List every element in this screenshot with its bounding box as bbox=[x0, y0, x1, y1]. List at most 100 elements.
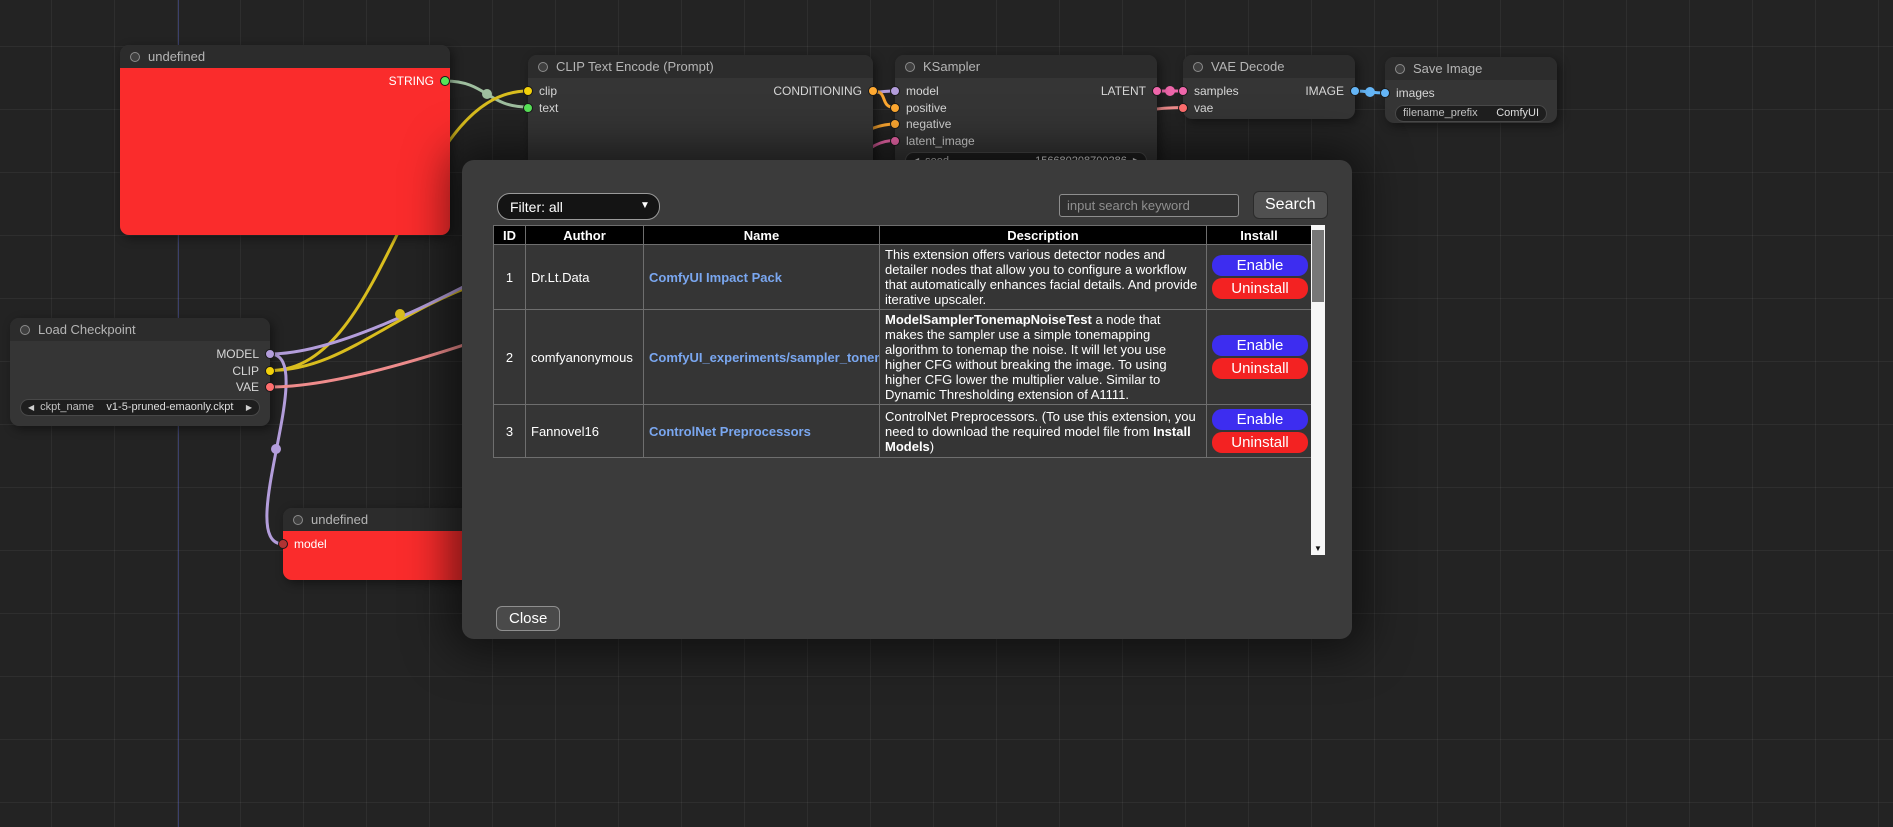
table-row: 1 Dr.Lt.Data ComfyUI Impact Pack This ex… bbox=[494, 245, 1312, 310]
node-undefined-top[interactable]: undefined STRING bbox=[120, 45, 450, 235]
header-id: ID bbox=[494, 226, 526, 245]
node-save-image[interactable]: Save Image images filename_prefix ComfyU… bbox=[1385, 57, 1557, 123]
input-slot-clip-icon[interactable] bbox=[523, 86, 533, 96]
header-author: Author bbox=[526, 226, 644, 245]
input-slot-images-icon[interactable] bbox=[1380, 88, 1390, 98]
input-slot-vae-icon[interactable] bbox=[1178, 103, 1188, 113]
input-slot-text-icon[interactable] bbox=[523, 103, 533, 113]
node-vae-decode[interactable]: VAE Decode samples IMAGE vae bbox=[1183, 55, 1355, 119]
output-slot-model-icon[interactable] bbox=[265, 349, 275, 359]
search-input[interactable] bbox=[1059, 194, 1239, 217]
link-midpoint-dot bbox=[482, 89, 492, 99]
node-title-bar[interactable]: VAE Decode bbox=[1183, 55, 1355, 78]
arrow-left-icon[interactable]: ◀ bbox=[28, 403, 34, 412]
link-midpoint-dot bbox=[395, 309, 405, 319]
node-title: VAE Decode bbox=[1211, 59, 1284, 74]
extension-link[interactable]: ControlNet Preprocessors bbox=[649, 424, 811, 439]
link-midpoint-dot bbox=[271, 444, 281, 454]
close-button[interactable]: Close bbox=[496, 606, 560, 631]
output-label: CLIP bbox=[232, 364, 259, 378]
filter-select[interactable]: Filter: all bbox=[497, 193, 660, 220]
node-body: samples IMAGE vae bbox=[1183, 78, 1355, 119]
input-label: latent_image bbox=[906, 134, 975, 148]
node-load-checkpoint[interactable]: Load Checkpoint MODEL CLIP VAE bbox=[10, 318, 270, 426]
collapse-icon[interactable] bbox=[538, 62, 548, 72]
search-button[interactable]: Search bbox=[1253, 191, 1328, 219]
input-label: negative bbox=[906, 117, 951, 131]
scroll-down-icon[interactable]: ▼ bbox=[1311, 543, 1325, 555]
widget-value: v1-5-pruned-emaonly.ckpt bbox=[106, 401, 233, 413]
cell-description: ModelSamplerTonemapNoiseTest a node that… bbox=[880, 310, 1207, 405]
collapse-icon[interactable] bbox=[905, 62, 915, 72]
table-header-row: ID Author Name Description Install bbox=[494, 226, 1312, 245]
node-body: images filename_prefix ComfyUI bbox=[1385, 80, 1557, 123]
input-label: clip bbox=[539, 84, 557, 98]
output-label: LATENT bbox=[1101, 84, 1146, 98]
table-row: 2 comfyanonymous ComfyUI_experiments/sam… bbox=[494, 310, 1312, 405]
input-slot-samples-icon[interactable] bbox=[1178, 86, 1188, 96]
widget-label: filename_prefix bbox=[1403, 107, 1478, 119]
node-title-bar[interactable]: CLIP Text Encode (Prompt) bbox=[528, 55, 873, 78]
input-slot-negative-icon[interactable] bbox=[890, 119, 900, 129]
node-title-bar[interactable]: undefined bbox=[120, 45, 450, 68]
uninstall-button[interactable]: Uninstall bbox=[1212, 278, 1308, 299]
input-slot-model-icon[interactable] bbox=[278, 539, 288, 549]
link-midpoint-dot bbox=[1365, 87, 1375, 97]
widget-value: ComfyUI bbox=[1496, 107, 1539, 119]
extension-link[interactable]: ComfyUI_experiments/sampler_tonemap bbox=[649, 350, 880, 365]
enable-button[interactable]: Enable bbox=[1212, 335, 1308, 356]
collapse-icon[interactable] bbox=[1395, 64, 1405, 74]
scrollbar-track[interactable]: ▼ bbox=[1311, 225, 1325, 555]
cell-id: 2 bbox=[494, 310, 526, 405]
output-slot-latent-icon[interactable] bbox=[1152, 86, 1162, 96]
uninstall-button[interactable]: Uninstall bbox=[1212, 358, 1308, 379]
node-title: Save Image bbox=[1413, 61, 1482, 76]
output-slot-string-icon[interactable] bbox=[440, 76, 450, 86]
cell-author: Dr.Lt.Data bbox=[526, 245, 644, 310]
output-label: IMAGE bbox=[1305, 84, 1344, 98]
input-label: vae bbox=[1194, 101, 1213, 115]
node-title-bar[interactable]: KSampler bbox=[895, 55, 1157, 78]
link-string-to-text bbox=[445, 81, 528, 107]
node-title: Load Checkpoint bbox=[38, 322, 136, 337]
input-slot-positive-icon[interactable] bbox=[890, 103, 900, 113]
collapse-icon[interactable] bbox=[130, 52, 140, 62]
extension-table: ID Author Name Description Install 1 Dr.… bbox=[493, 225, 1312, 458]
cell-description: This extension offers various detector n… bbox=[880, 245, 1207, 310]
arrow-right-icon[interactable]: ▶ bbox=[246, 403, 252, 412]
ckpt-name-widget[interactable]: ◀ ckpt_name v1-5-pruned-emaonly.ckpt ▶ bbox=[20, 399, 260, 416]
output-slot-image-icon[interactable] bbox=[1350, 86, 1360, 96]
input-label: text bbox=[539, 101, 558, 115]
header-name: Name bbox=[644, 226, 880, 245]
output-label: STRING bbox=[389, 74, 434, 88]
collapse-icon[interactable] bbox=[293, 515, 303, 525]
input-label: images bbox=[1396, 86, 1435, 100]
node-title: undefined bbox=[311, 512, 368, 527]
link-midpoint-dot bbox=[1165, 86, 1175, 96]
node-ksampler[interactable]: KSampler model LATENT positive bbox=[895, 55, 1157, 167]
node-title-bar[interactable]: Load Checkpoint bbox=[10, 318, 270, 341]
output-slot-conditioning-icon[interactable] bbox=[868, 86, 878, 96]
input-slot-latent-image-icon[interactable] bbox=[890, 136, 900, 146]
extension-link[interactable]: ComfyUI Impact Pack bbox=[649, 270, 782, 285]
node-title-bar[interactable]: Save Image bbox=[1385, 57, 1557, 80]
node-title: undefined bbox=[148, 49, 205, 64]
input-label: samples bbox=[1194, 84, 1239, 98]
header-install: Install bbox=[1207, 226, 1312, 245]
scrollbar-thumb[interactable] bbox=[1312, 230, 1324, 302]
filename-prefix-widget[interactable]: filename_prefix ComfyUI bbox=[1395, 105, 1547, 122]
cell-id: 3 bbox=[494, 405, 526, 458]
input-slot-model-icon[interactable] bbox=[890, 86, 900, 96]
output-slot-vae-icon[interactable] bbox=[265, 382, 275, 392]
collapse-icon[interactable] bbox=[1193, 62, 1203, 72]
table-row: 3 Fannovel16 ControlNet Preprocessors Co… bbox=[494, 405, 1312, 458]
node-graph-canvas[interactable]: undefined STRING CLIP Text Encode (Promp… bbox=[0, 0, 1893, 827]
enable-button[interactable]: Enable bbox=[1212, 255, 1308, 276]
enable-button[interactable]: Enable bbox=[1212, 409, 1308, 430]
uninstall-button[interactable]: Uninstall bbox=[1212, 432, 1308, 453]
output-slot-clip-icon[interactable] bbox=[265, 366, 275, 376]
header-description: Description bbox=[880, 226, 1207, 245]
extension-table-container: ID Author Name Description Install 1 Dr.… bbox=[493, 225, 1325, 555]
cell-description: ControlNet Preprocessors. (To use this e… bbox=[880, 405, 1207, 458]
collapse-icon[interactable] bbox=[20, 325, 30, 335]
